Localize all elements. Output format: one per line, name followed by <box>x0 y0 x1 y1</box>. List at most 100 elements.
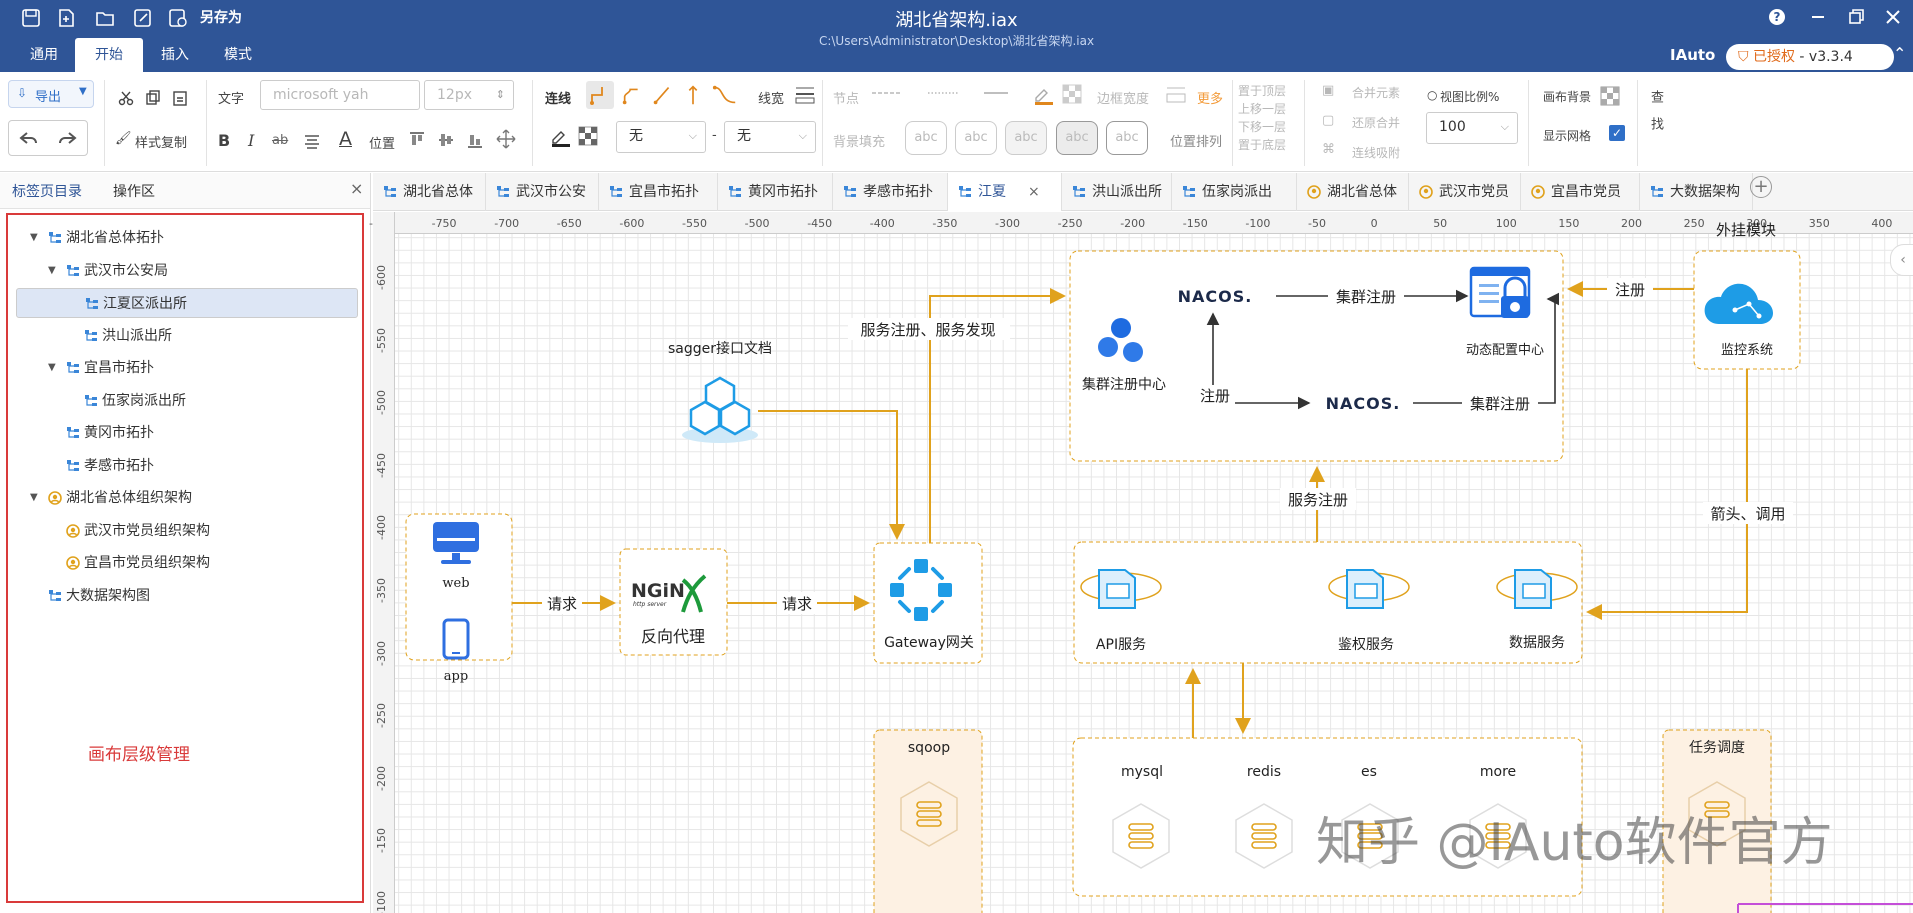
fill-style-2[interactable]: abc <box>955 121 997 155</box>
transparent-icon[interactable] <box>578 126 598 146</box>
help-icon[interactable]: ? <box>1765 5 1789 29</box>
align-icon[interactable] <box>303 132 321 150</box>
doc-tab[interactable]: 孝感市拓扑 <box>833 173 948 211</box>
end-arrow-select[interactable]: 无 ⌵ <box>724 121 816 153</box>
doc-tab[interactable]: 黄冈市拓扑 <box>718 173 833 211</box>
italic-icon[interactable]: I <box>248 131 254 150</box>
connector-swagger-gateway[interactable] <box>758 410 905 540</box>
tree-item[interactable]: ▼ 宜昌市拓扑 <box>16 353 358 383</box>
tree-item[interactable]: 大数据架构图 <box>16 581 358 611</box>
bring-to-front[interactable]: 置于顶层 <box>1238 82 1286 99</box>
line-type-bezier-icon[interactable] <box>710 82 740 108</box>
tree-item[interactable]: 江夏区派出所 <box>16 288 358 318</box>
swagger-cubes-icon[interactable] <box>682 376 758 443</box>
border-transparent-icon[interactable] <box>1062 84 1082 104</box>
connector-monitor-call[interactable] <box>1586 369 1748 620</box>
tree-item[interactable]: 孝感市拓扑 <box>16 451 358 481</box>
license-badge[interactable]: ⛉ 已授权 - v3.3.4 <box>1726 44 1894 70</box>
close-icon[interactable]: × <box>350 179 363 198</box>
border-color-icon[interactable] <box>1033 84 1055 106</box>
line-type-curve-icon[interactable] <box>620 82 646 108</box>
doc-tab[interactable]: 宜昌市党员 <box>1521 173 1640 211</box>
tree-item[interactable]: ▼ 湖北省总体拓扑 <box>16 223 358 253</box>
unmerge-elements[interactable]: 还原合并 <box>1352 114 1400 131</box>
send-backward[interactable]: 下移一层 <box>1238 118 1286 135</box>
show-grid-checkbox[interactable]: ✓ <box>1609 125 1625 141</box>
start-arrow-select[interactable]: 无 ⌵ <box>616 121 706 153</box>
caret-down-icon[interactable]: ▼ <box>48 256 56 286</box>
services-group[interactable] <box>1073 541 1583 664</box>
tree-item[interactable]: 黄冈市拓扑 <box>16 418 358 448</box>
doc-tab[interactable]: 武汉市党员 <box>1409 173 1521 211</box>
align-middle-icon[interactable] <box>437 130 455 150</box>
more-link[interactable]: 更多 <box>1197 88 1223 107</box>
tree-item[interactable]: 武汉市党员组织架构 <box>16 516 358 546</box>
format-copy-icon[interactable]: 🖌 <box>115 131 132 146</box>
move-icon[interactable] <box>495 128 517 150</box>
bold-icon[interactable]: B <box>218 131 230 150</box>
line-type-orthogonal[interactable] <box>586 81 614 109</box>
app-window: 另存为 湖北省架构.iax ? 通用 开始 插入 模式 C:\Users\Adm… <box>0 0 1913 913</box>
doc-tab[interactable]: 湖北省总体 <box>1297 173 1409 211</box>
bring-forward[interactable]: 上移一层 <box>1238 100 1286 117</box>
export-button[interactable]: ⇩ 导出 ▼ <box>8 80 94 108</box>
dot-line-icon[interactable] <box>928 90 958 96</box>
tree-item[interactable]: ▼ 湖北省总体组织架构 <box>16 483 358 513</box>
align-bottom-icon[interactable] <box>466 130 484 150</box>
undo-icon[interactable] <box>19 130 39 148</box>
font-color-icon[interactable]: A <box>339 128 352 150</box>
caret-down-icon[interactable]: ▼ <box>30 223 38 253</box>
line-width-icon[interactable] <box>794 84 816 106</box>
caret-down-icon[interactable]: ▼ <box>30 483 38 513</box>
doc-tab[interactable]: 江夏 × <box>948 173 1062 211</box>
doc-tab[interactable]: 大数据架构 <box>1640 173 1753 211</box>
add-tab-icon[interactable]: + <box>1750 176 1772 198</box>
minimize-icon[interactable] <box>1806 5 1830 29</box>
solid-line-icon[interactable] <box>984 90 1008 96</box>
search-button[interactable]: 查找 <box>1646 90 1665 144</box>
close-tab-icon[interactable]: × <box>1028 173 1040 211</box>
copy-icon[interactable] <box>145 90 161 106</box>
align-top-icon[interactable] <box>408 130 426 150</box>
collapse-ribbon-icon[interactable]: ⌃ <box>1893 44 1906 63</box>
line-color-icon[interactable] <box>550 126 572 148</box>
strikethrough-icon[interactable]: ab <box>272 133 288 148</box>
close-window-icon[interactable] <box>1881 5 1905 29</box>
doc-tab[interactable]: 洪山派出所 <box>1062 173 1172 211</box>
tree-item[interactable]: 宜昌市党员组织架构 <box>16 548 358 578</box>
tree-item[interactable]: ▼ 武汉市公安局 <box>16 256 358 286</box>
canvas-bg-picker-icon[interactable] <box>1600 86 1620 106</box>
zoom-select[interactable]: 100 ⌵ <box>1426 112 1518 144</box>
font-family-select[interactable]: microsoft yah <box>260 80 420 110</box>
dash-line-icon[interactable] <box>872 90 902 96</box>
doc-tab[interactable]: 湖北省总体 <box>373 173 486 211</box>
caret-down-icon[interactable]: ▼ <box>48 353 56 383</box>
font-size-select[interactable]: 12px ⇕ <box>424 80 514 110</box>
tab-outline[interactable]: 标签页目录 <box>12 181 82 201</box>
fill-style-1[interactable]: abc <box>905 121 947 155</box>
cut-icon[interactable] <box>118 90 134 106</box>
format-copy-button[interactable]: 样式复制 <box>135 132 187 151</box>
tab-operations[interactable]: 操作区 <box>113 181 155 201</box>
fill-style-5[interactable]: abc <box>1106 121 1148 155</box>
doc-tab[interactable]: 宜昌市拓扑 <box>599 173 718 211</box>
tree-item[interactable]: 伍家岗派出所 <box>16 386 358 416</box>
request-label-1: 请求 <box>547 595 577 613</box>
line-type-vertical-icon[interactable] <box>680 82 706 108</box>
redo-icon[interactable] <box>57 130 77 148</box>
snap-toggle[interactable]: 连线吸附 <box>1352 144 1400 161</box>
paste-icon[interactable] <box>172 90 188 106</box>
tree-item[interactable]: 洪山派出所 <box>16 321 358 351</box>
merge-elements[interactable]: 合并元素 <box>1352 84 1400 101</box>
restore-icon[interactable] <box>1844 5 1868 29</box>
doc-tab[interactable]: 武汉市公安 <box>486 173 599 211</box>
doc-tab[interactable]: 伍家岗派出 <box>1172 173 1297 211</box>
send-to-back[interactable]: 置于底层 <box>1238 136 1286 153</box>
topology-icon <box>67 459 79 471</box>
fill-style-3[interactable]: abc <box>1005 121 1047 155</box>
doc-tab-label: 武汉市党员 <box>1439 184 1509 200</box>
fill-style-4[interactable]: abc <box>1056 121 1098 155</box>
user-name[interactable]: IAuto <box>1670 46 1715 64</box>
border-width-icon[interactable] <box>1165 84 1187 106</box>
line-type-straight-icon[interactable] <box>650 82 676 108</box>
